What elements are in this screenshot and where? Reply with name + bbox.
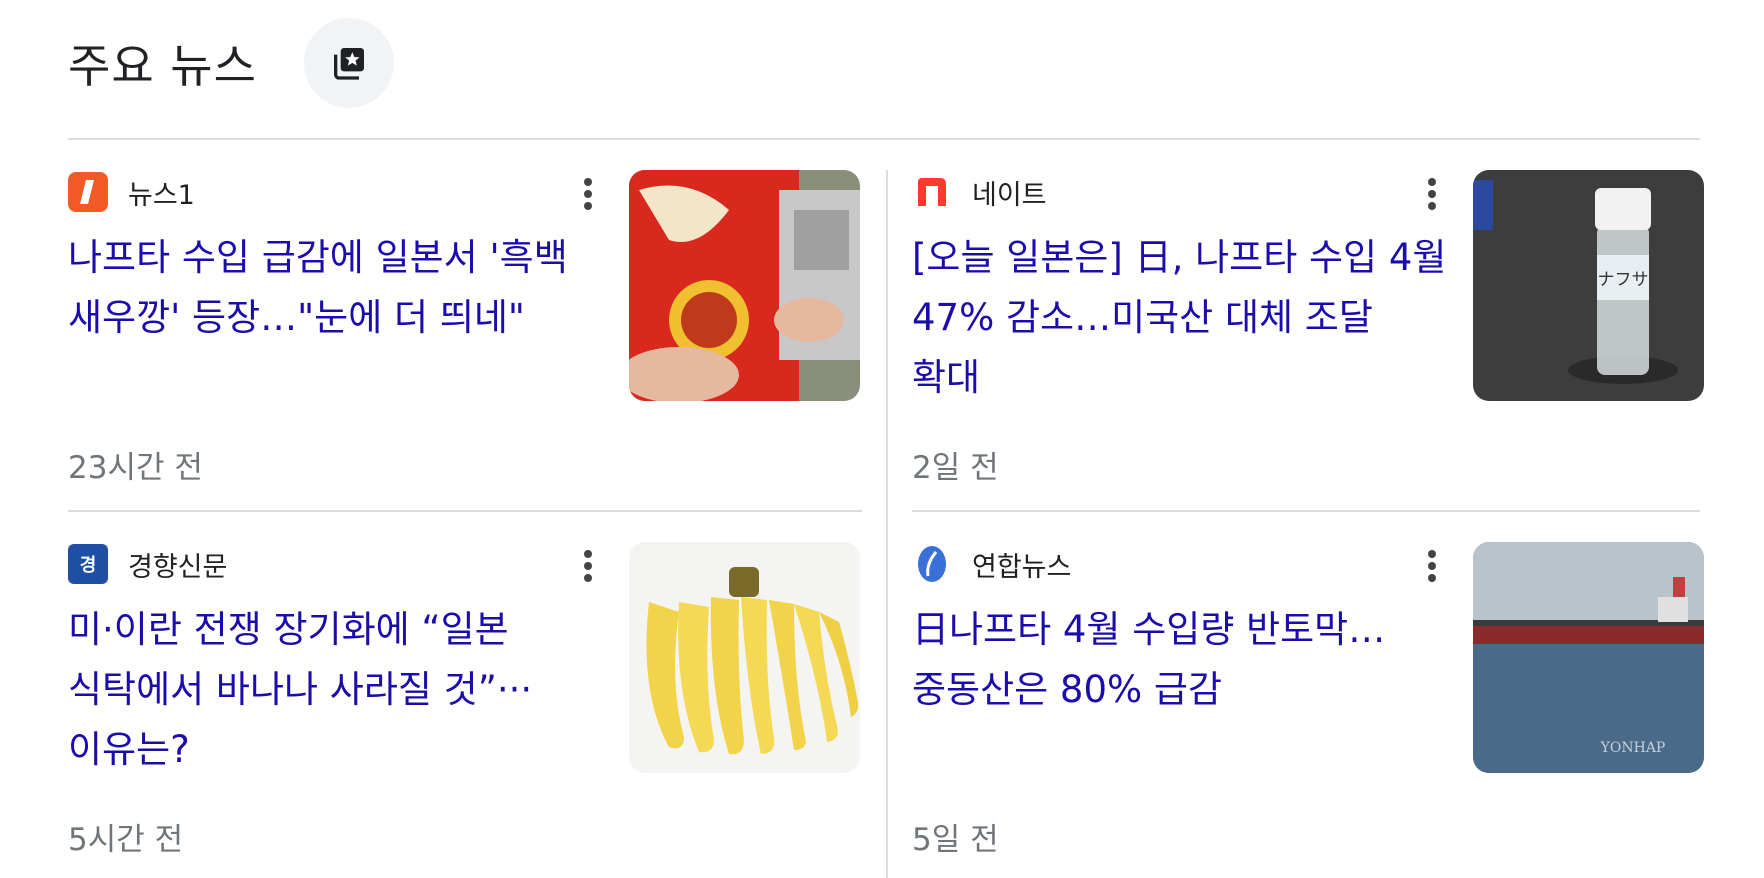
- page-title: 주요 뉴스: [68, 39, 257, 93]
- row-divider-left: [68, 510, 862, 512]
- tanker-ship-thumbnail[interactable]: YONHAP: [1473, 542, 1704, 773]
- news-source: 연합뉴스: [912, 544, 1071, 584]
- column-divider: [886, 170, 888, 878]
- yonhap-logo-icon: [912, 544, 952, 584]
- news1-logo-icon: [68, 172, 108, 212]
- more-options-icon[interactable]: [1412, 174, 1452, 214]
- news-headline[interactable]: 미·이란 전쟁 장기화에 “일본 식탁에서 바나나 사라질 것”···이유는?: [68, 600, 608, 780]
- snack-bags-thumbnail[interactable]: [629, 170, 860, 401]
- naphtha-bottle-thumbnail[interactable]: ナフサ: [1473, 170, 1704, 401]
- news-source: 네이트: [912, 172, 1047, 212]
- bananas-thumbnail[interactable]: [629, 542, 860, 773]
- kyunghyang-logo-icon: 경: [68, 544, 108, 584]
- news-time: 23시간 전: [68, 450, 203, 486]
- source-name: 경향신문: [128, 551, 228, 583]
- news-headline[interactable]: 나프타 수입 급감에 일본서 '흑백 새우깡' 등장…"눈에 더 띄네": [68, 228, 608, 348]
- row-divider-right: [912, 510, 1700, 512]
- header-divider: [68, 138, 1700, 140]
- nate-logo-icon: [912, 172, 952, 212]
- more-options-icon[interactable]: [1412, 546, 1452, 586]
- news-card[interactable]: 뉴스1 나프타 수입 급감에 일본서 '흑백 새우깡' 등장…"눈에 더 띄네"…: [68, 170, 860, 486]
- more-options-icon[interactable]: [568, 546, 608, 586]
- following-button[interactable]: [304, 18, 394, 108]
- news-card[interactable]: 연합뉴스 日나프타 4월 수입량 반토막…중동산은 80% 급감 5일 전 YO…: [912, 542, 1704, 858]
- news-source: 뉴스1: [68, 172, 195, 212]
- news-time: 5시간 전: [68, 822, 184, 858]
- more-options-icon[interactable]: [568, 174, 608, 214]
- news-card[interactable]: 네이트 [오늘 일본은] 日, 나프타 수입 4월 47% 감소…미국산 대체 …: [912, 170, 1704, 486]
- source-name: 연합뉴스: [972, 551, 1072, 583]
- news-headline[interactable]: 日나프타 4월 수입량 반토막…중동산은 80% 급감: [912, 600, 1452, 720]
- news-time: 2일 전: [912, 450, 999, 486]
- news-time: 5일 전: [912, 822, 999, 858]
- top-news-header: 주요 뉴스: [68, 18, 257, 108]
- news-source: 경 경향신문: [68, 544, 227, 584]
- source-name: 뉴스1: [128, 179, 195, 211]
- news-headline[interactable]: [오늘 일본은] 日, 나프타 수입 4월 47% 감소…미국산 대체 조달 확…: [912, 228, 1452, 408]
- news-card[interactable]: 경 경향신문 미·이란 전쟁 장기화에 “일본 식탁에서 바나나 사라질 것”·…: [68, 542, 860, 858]
- yonhap-watermark: YONHAP: [1600, 740, 1666, 756]
- source-name: 네이트: [972, 179, 1047, 211]
- svg-text:경: 경: [80, 555, 97, 576]
- naphtha-label: ナフサ: [1598, 270, 1649, 290]
- star-stack-icon: [334, 48, 364, 80]
